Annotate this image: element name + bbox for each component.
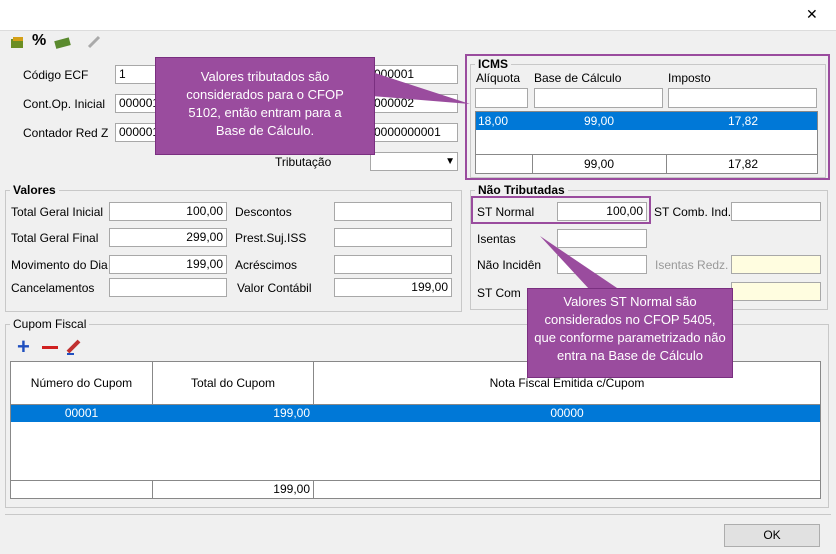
annotation-note-2: Valores ST Normal são considerados no CF… bbox=[527, 288, 733, 378]
note1-arrow bbox=[372, 72, 620, 290]
annotation-note-1: Valores tributados são considerados para… bbox=[155, 57, 375, 155]
